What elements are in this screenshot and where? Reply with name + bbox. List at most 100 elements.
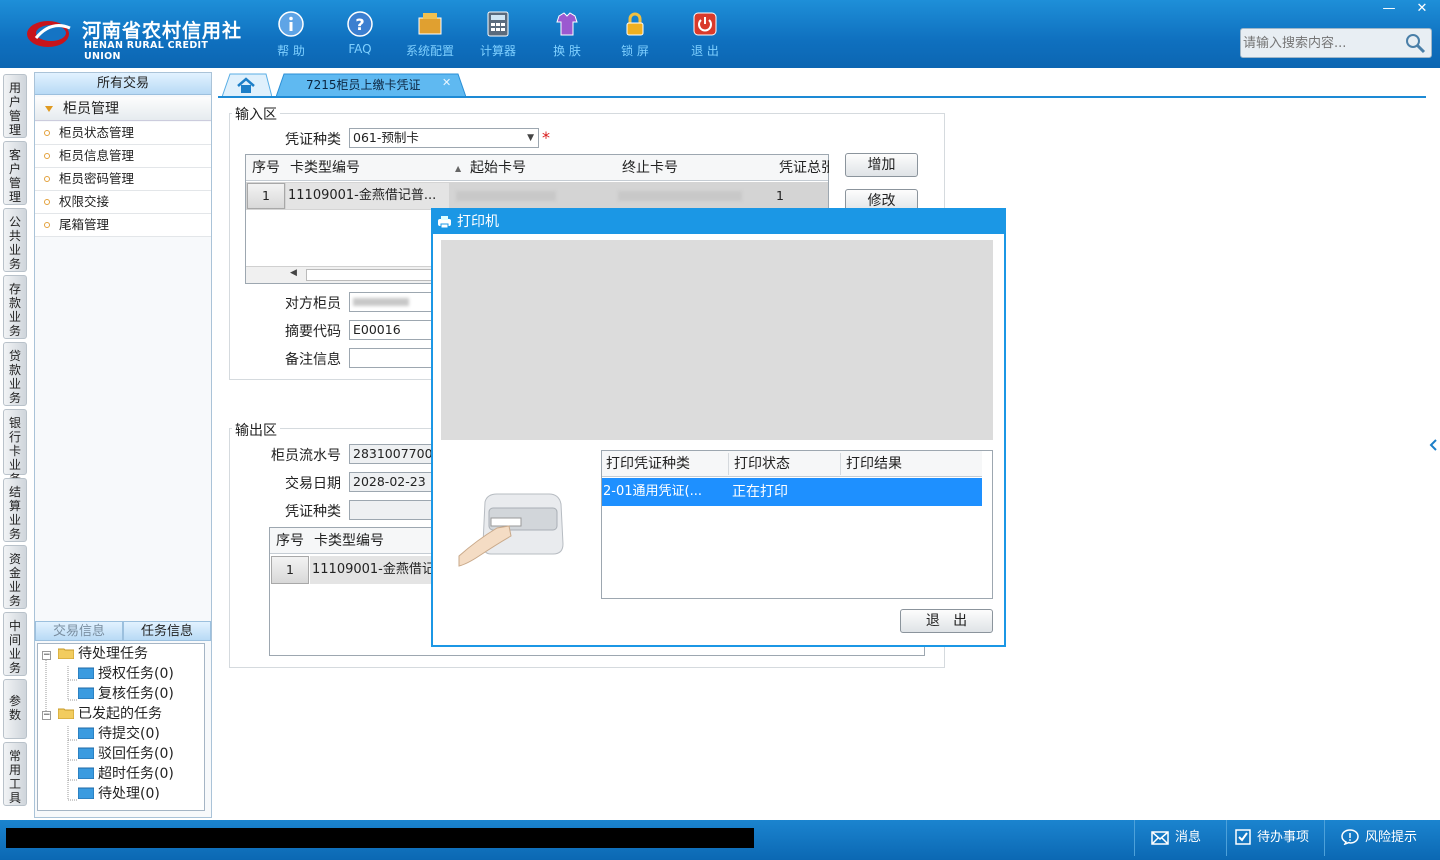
col-header-print-status[interactable]: 打印状态 [734, 452, 790, 476]
risk-alert-label: 风险提示 [1365, 830, 1418, 845]
tree-node-timeout[interactable]: 超时任务(0) [78, 764, 174, 784]
col-header-start-card[interactable]: 起始卡号 [470, 156, 526, 180]
menu-item-teller-status[interactable]: 柜员状态管理 [35, 122, 211, 145]
collapse-toggle[interactable]: − [42, 651, 51, 660]
vtab-parameters[interactable]: 参数 [3, 679, 27, 739]
todo-label: 待办事项 [1257, 830, 1310, 845]
vtab-fund-business[interactable]: 资金业务 [3, 545, 27, 609]
search-icon[interactable] [1403, 32, 1427, 54]
scroll-left-icon[interactable]: ◀ [290, 268, 297, 278]
bullet-icon [44, 176, 50, 182]
output-voucher-label: 凭证种类 [285, 504, 341, 520]
collapse-toggle[interactable]: − [42, 711, 51, 720]
vtab-common-tools[interactable]: 常用工具 [3, 742, 27, 806]
dialog-exit-button[interactable]: 退 出 [900, 609, 993, 633]
scroll-thumb[interactable] [306, 269, 446, 281]
bullet-icon [44, 130, 50, 136]
tree-node-to-submit[interactable]: 待提交(0) [78, 724, 160, 744]
add-button[interactable]: 增加 [845, 153, 918, 177]
vtab-loan-business[interactable]: 贷款业务 [3, 342, 27, 406]
col-header-card-type[interactable]: 卡类型编号 [290, 156, 360, 180]
tree-node-to-process[interactable]: 待处理(0) [78, 784, 160, 804]
row-number: 1 [271, 556, 309, 584]
summary-code-input[interactable]: E00016 [349, 320, 439, 340]
dialog-title-bar[interactable]: 打印机 [433, 210, 1004, 234]
tab-home[interactable] [222, 73, 272, 97]
col-header-no[interactable]: 序号 [276, 529, 304, 553]
sort-asc-icon: ▲ [455, 164, 462, 173]
skin-label: 换 肤 [553, 44, 581, 58]
col-header-total[interactable]: 凭证总张 [779, 156, 829, 180]
skin-button[interactable]: 换 肤 [533, 8, 601, 64]
col-header-print-type[interactable]: 打印凭证种类 [606, 452, 690, 476]
calculator-button[interactable]: 计算器 [464, 8, 532, 64]
serial-number-label: 柜员流水号 [271, 448, 341, 464]
voucher-type-select[interactable]: 061-预制卡 ▼ [349, 128, 539, 148]
tree-node-rejected[interactable]: 驳回任务(0) [78, 744, 174, 764]
all-transactions-header[interactable]: 所有交易 [35, 73, 211, 95]
tab-active-transaction[interactable]: 7215柜员上缴卡凭证 ✕ [276, 73, 466, 97]
mail-icon [1151, 831, 1169, 845]
right-collapse-handle[interactable] [1428, 426, 1438, 464]
chevron-down-icon[interactable]: ▼ [527, 129, 534, 147]
help-label: 帮 助 [277, 44, 305, 58]
tree-node-review[interactable]: 复核任务(0) [78, 684, 174, 704]
blue-folder-icon [78, 667, 94, 679]
menu-item-tail-box[interactable]: 尾箱管理 [35, 214, 211, 237]
menu-item-permission-handover[interactable]: 权限交接 [35, 191, 211, 214]
vtab-user-management[interactable]: 用户管理 [3, 74, 27, 138]
folder-open-icon [58, 648, 74, 659]
messages-button[interactable]: 消息 [1134, 820, 1226, 856]
counterpart-teller-label: 对方柜员 [285, 296, 341, 312]
risk-alert-button[interactable]: 风险提示 [1324, 820, 1440, 856]
cell-card-type: 11109001-金燕借记 [310, 556, 440, 584]
system-config-button[interactable]: 系统配置 [396, 8, 464, 64]
col-header-no[interactable]: 序号 [252, 156, 280, 180]
voucher-type-label: 凭证种类 [285, 132, 341, 148]
col-header-end-card[interactable]: 终止卡号 [622, 156, 678, 180]
vtab-deposit-business[interactable]: 存款业务 [3, 275, 27, 339]
blue-folder-icon [78, 727, 94, 739]
tree-node-launched[interactable]: 已发起的任务 [58, 704, 162, 724]
blue-folder-icon [78, 687, 94, 699]
bullet-icon [44, 199, 50, 205]
menu-item-label: 尾箱管理 [59, 217, 110, 232]
power-icon [693, 12, 717, 36]
lock-screen-button[interactable]: 锁 屏 [601, 8, 669, 64]
calculator-label: 计算器 [479, 44, 516, 58]
tree-node-pending[interactable]: 待处理任务 [58, 644, 148, 664]
teller-management-group[interactable]: 柜员管理 [35, 97, 211, 121]
tab-task-info[interactable]: 任务信息 [123, 621, 211, 641]
speech-bubble-icon [1341, 829, 1359, 846]
minimize-button[interactable]: — [1372, 0, 1406, 18]
help-button[interactable]: 帮 助 [257, 8, 325, 64]
tree-node-label: 待处理(0) [98, 786, 160, 802]
remark-input[interactable] [349, 348, 439, 368]
vtab-public-business[interactable]: 公共业务 [3, 208, 27, 272]
close-window-button[interactable]: ✕ [1405, 0, 1439, 18]
search-input[interactable] [1243, 31, 1403, 55]
menu-item-teller-info[interactable]: 柜员信息管理 [35, 145, 211, 168]
blue-folder-icon [78, 747, 94, 759]
tree-node-authorize[interactable]: 授权任务(0) [78, 664, 174, 684]
input-area-legend: 输入区 [232, 104, 280, 124]
exit-button[interactable]: 退 出 [671, 8, 739, 64]
tab-close-icon[interactable]: ✕ [442, 76, 451, 89]
vtab-customer-management[interactable]: 客户管理 [3, 141, 27, 205]
cell-print-type: 2-01通用凭证(... [603, 484, 702, 499]
counterpart-teller-input[interactable] [349, 292, 439, 312]
tree-node-label: 复核任务(0) [98, 686, 174, 702]
messages-label: 消息 [1175, 830, 1202, 845]
vertical-tab-strip: 用户管理 客户管理 公共业务 存款业务 贷款业务 银行卡业务 结算业务 资金业务… [0, 68, 30, 820]
todo-button[interactable]: 待办事项 [1226, 820, 1324, 856]
output-voucher-value [349, 500, 439, 520]
faq-button[interactable]: ? FAQ [326, 8, 394, 64]
tree-node-label: 待处理任务 [78, 646, 148, 662]
vtab-settlement-business[interactable]: 结算业务 [3, 478, 27, 542]
tab-transaction-info[interactable]: 交易信息 [35, 621, 123, 641]
vtab-bank-card-business[interactable]: 银行卡业务 [3, 409, 27, 486]
col-header-print-result[interactable]: 打印结果 [846, 452, 902, 476]
menu-item-teller-password[interactable]: 柜员密码管理 [35, 168, 211, 191]
vtab-intermediary-business[interactable]: 中间业务 [3, 612, 27, 676]
col-header-card-type[interactable]: 卡类型编号 [314, 529, 384, 553]
